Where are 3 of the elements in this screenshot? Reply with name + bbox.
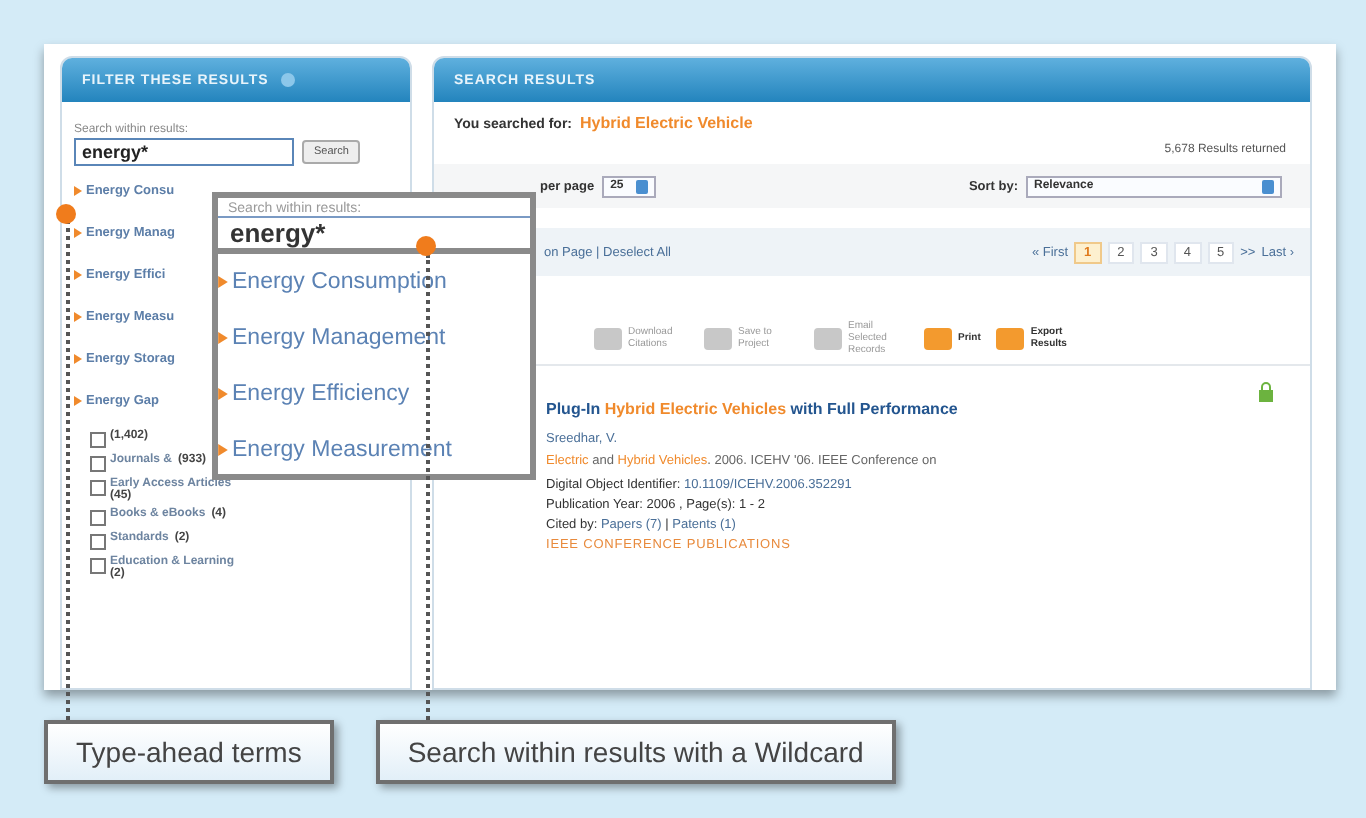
callout-label: Search within results with a Wildcard [375,720,896,784]
callout-label: Type-ahead terms [44,720,334,784]
search-term: Hybrid Electric Vehicle [580,114,753,132]
